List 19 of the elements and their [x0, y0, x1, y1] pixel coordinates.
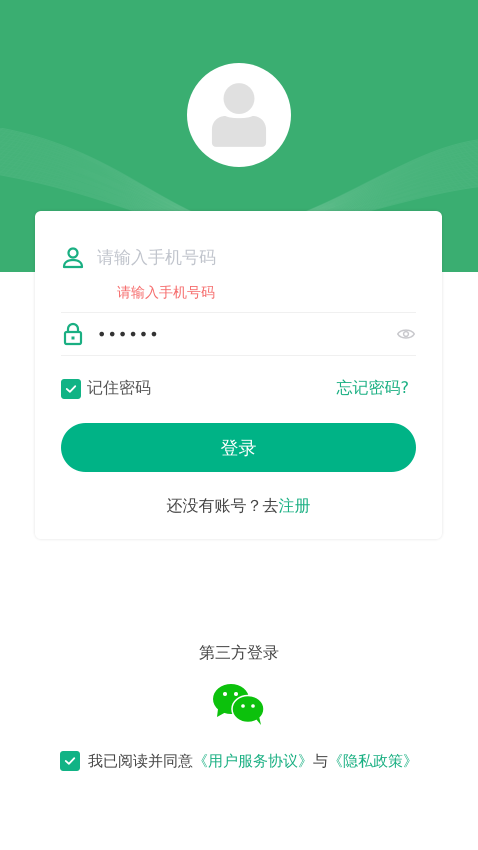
- error-message: 请输入手机号码: [116, 284, 216, 303]
- login-button[interactable]: 登录: [61, 423, 416, 472]
- remember-label: 记住密码: [87, 378, 151, 399]
- eye-icon[interactable]: [397, 328, 415, 340]
- agreement-link[interactable]: 《隐私政策》: [328, 752, 418, 770]
- phone-input-field[interactable]: 请输入手机号码: [97, 248, 416, 268]
- agreement-text: 我已阅读并同意《用户服务协议》与《隐私政策》: [88, 752, 418, 770]
- person-icon: [210, 83, 268, 147]
- agreement-link[interactable]: 《用户服务协议》: [193, 752, 313, 770]
- forgot-password-link[interactable]: 忘记密码?: [336, 378, 409, 399]
- user-icon: [61, 246, 85, 270]
- third-party-title: 第三方登录: [198, 643, 280, 664]
- register-prompt: 还没有账号？去注册: [166, 496, 312, 517]
- chat-bubbles-icon[interactable]: [212, 682, 266, 726]
- remember-checkbox[interactable]: [61, 378, 81, 398]
- register-link[interactable]: 注册: [278, 496, 310, 515]
- agreement-checkbox[interactable]: [60, 751, 80, 771]
- lock-icon: [61, 322, 85, 346]
- password-input-field[interactable]: ••••••: [97, 324, 397, 344]
